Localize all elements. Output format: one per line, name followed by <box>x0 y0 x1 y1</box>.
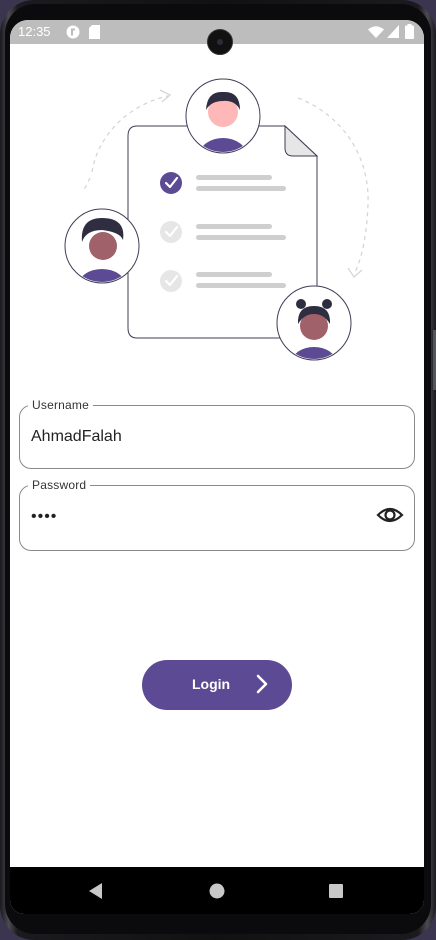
home-icon[interactable] <box>204 878 230 904</box>
sd-card-icon <box>89 25 100 42</box>
status-time: 12:35 <box>18 24 51 39</box>
battery-icon <box>405 24 414 42</box>
navigation-bar <box>10 867 424 914</box>
password-field[interactable]: Password •••• <box>19 478 415 551</box>
password-input[interactable]: •••• <box>31 508 57 526</box>
notification-app-icon <box>66 25 80 42</box>
password-label: Password <box>28 478 91 492</box>
login-button[interactable]: Login <box>142 660 292 710</box>
back-icon[interactable] <box>83 878 109 904</box>
username-field[interactable]: Username AhmadFalah <box>19 398 415 469</box>
app-screen: 12:35 Username AhmadFalah Password •••• … <box>10 20 424 914</box>
chevron-right-icon <box>256 674 268 697</box>
username-input[interactable]: AhmadFalah <box>31 428 122 446</box>
front-camera <box>207 29 233 55</box>
eye-icon[interactable] <box>376 501 404 529</box>
login-button-label: Login <box>192 676 231 692</box>
signal-icon <box>387 25 399 41</box>
username-label: Username <box>28 398 93 412</box>
wifi-icon <box>368 26 384 41</box>
checklist-team-illustration <box>64 78 369 361</box>
recents-icon[interactable] <box>323 878 349 904</box>
